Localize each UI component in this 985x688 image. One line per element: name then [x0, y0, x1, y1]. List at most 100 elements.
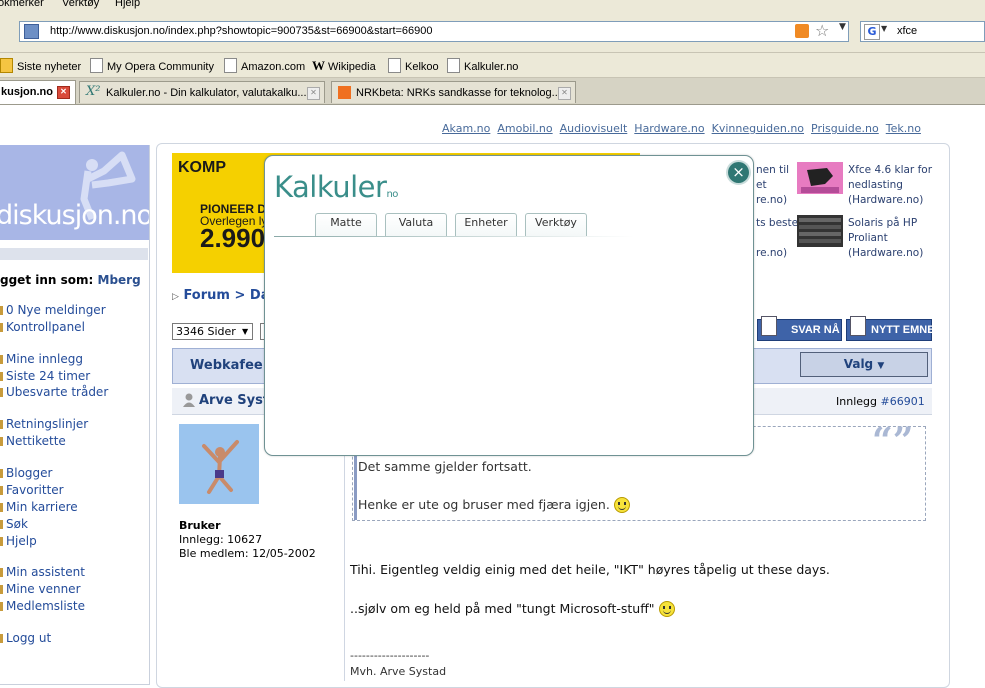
- tab-enheter[interactable]: Enheter: [455, 213, 517, 236]
- bookmark-kalkuler[interactable]: Kalkuler.no: [447, 58, 518, 73]
- user-role: Bruker: [179, 519, 221, 532]
- rss-icon[interactable]: [795, 24, 809, 38]
- bookmark-my-opera[interactable]: My Opera Community: [90, 58, 214, 73]
- logo-text: diskusjon.no: [0, 200, 149, 231]
- link-audiovisuelt[interactable]: Audiovisuelt: [560, 122, 628, 135]
- quote-line: Henke er ute og bruser med fjæra igjen.: [358, 497, 630, 513]
- user-post-count: Innlegg: 10627: [179, 533, 263, 546]
- sidebar-item-siste-24-timer[interactable]: Siste 24 timer: [0, 369, 90, 383]
- chevron-down-icon[interactable]: ▼: [839, 22, 846, 32]
- link-kvinneguiden[interactable]: Kvinneguiden.no: [712, 122, 804, 135]
- tab-verktoy[interactable]: Verktøy: [525, 213, 587, 236]
- site-logo[interactable]: diskusjon.no: [0, 145, 149, 240]
- new-topic-icon: [850, 316, 866, 336]
- sidebar-item-blogger[interactable]: Blogger: [0, 466, 52, 480]
- chevron-down-icon[interactable]: ▼: [881, 24, 887, 33]
- link-akam[interactable]: Akam.no: [442, 122, 490, 135]
- kalkuler-logo: Kalkulerno: [274, 170, 398, 204]
- address-bar[interactable]: http://www.diskusjon.no/index.php?showto…: [19, 21, 849, 42]
- search-input[interactable]: G ▼ xfce: [860, 21, 985, 42]
- sidebar-item-retningslinjer[interactable]: Retningslinjer: [0, 417, 88, 431]
- post-body-line: Tihi. Eigentleg veldig einig med det hei…: [350, 562, 830, 577]
- post-body-line: ..sjølv om eg held på med "tungt Microso…: [350, 601, 675, 617]
- sidebar-item-ubesvarte[interactable]: Ubesvarte tråder: [0, 385, 108, 399]
- reply-button[interactable]: SVAR NÅ: [757, 316, 842, 341]
- link-tek[interactable]: Tek.no: [886, 122, 921, 135]
- close-tab-icon[interactable]: ✕: [558, 87, 571, 100]
- quote-icon: “”: [872, 420, 914, 462]
- sidebar-item-min-assistent[interactable]: Min assistent: [0, 565, 85, 579]
- wikipedia-icon: W: [312, 58, 325, 73]
- post-author[interactable]: Arve Syst: [199, 393, 269, 408]
- pages-dropdown[interactable]: 3346 Sider ▼: [172, 323, 253, 340]
- user-join-date: Ble medlem: 12/05-2002: [179, 547, 316, 560]
- tab-diskusjon[interactable]: kusjon.no ✕: [0, 80, 76, 104]
- sidebar-item-nye-meldinger[interactable]: 0 Nye meldinger: [0, 303, 106, 317]
- search-text: xfce: [897, 25, 918, 37]
- triangle-icon: ▷: [172, 292, 179, 302]
- options-button[interactable]: Valg ▼: [800, 352, 928, 377]
- bookmark-kelkoo[interactable]: Kelkoo: [388, 58, 439, 73]
- banner-price: 2.990: [200, 223, 266, 253]
- sidebar-item-kontrollpanel[interactable]: Kontrollpanel: [0, 320, 85, 334]
- nrkbeta-favicon: [338, 86, 351, 99]
- sidebar-item-min-karriere[interactable]: Min karriere: [0, 500, 78, 514]
- sidebar-item-logg-ut[interactable]: Logg ut: [0, 631, 51, 645]
- user-info: Bruker Innlegg: 10627 Ble medlem: 12/05-…: [179, 519, 316, 561]
- breadcrumb-forum[interactable]: Forum: [183, 288, 230, 303]
- bookmark-star-icon[interactable]: ☆: [815, 21, 829, 40]
- page-icon: [388, 58, 401, 73]
- bookmark-amazon[interactable]: Amazon.com: [224, 58, 305, 73]
- tab-valuta[interactable]: Valuta: [385, 213, 447, 236]
- bookmark-siste-nyheter[interactable]: Siste nyheter: [0, 58, 81, 73]
- chevron-down-icon: ▼: [242, 327, 249, 336]
- google-icon[interactable]: G: [864, 24, 880, 40]
- solaris-thumbnail[interactable]: [797, 215, 843, 247]
- sidebar-item-medlemsliste[interactable]: Medlemsliste: [0, 599, 85, 613]
- breadcrumb: ▷ Forum > Da: [172, 288, 270, 303]
- tab-nrkbeta[interactable]: NRKbeta: NRKs sandkasse for teknolog... …: [331, 81, 576, 103]
- sidebar-item-hjelp[interactable]: Hjelp: [0, 534, 37, 548]
- breadcrumb-separator: >: [234, 288, 246, 303]
- news-item-solaris[interactable]: Solaris på HP Proliant (Hardware.no): [848, 216, 923, 261]
- menu-tools[interactable]: Verktøy: [62, 0, 99, 9]
- post-permalink[interactable]: #66901: [880, 395, 924, 408]
- link-amobil[interactable]: Amobil.no: [497, 122, 552, 135]
- quote-bar: [354, 452, 357, 520]
- bookmark-wikipedia[interactable]: W Wikipedia: [312, 58, 376, 74]
- news-item[interactable]: ts beste re.no): [756, 216, 798, 261]
- kalkuler-favicon: X²: [86, 84, 101, 99]
- close-tab-icon[interactable]: ✕: [57, 86, 70, 99]
- avatar[interactable]: [179, 424, 259, 504]
- signature-divider: --------------------: [350, 649, 430, 662]
- sidebar-item-mine-venner[interactable]: Mine venner: [0, 582, 81, 596]
- banner-brand: KOMP: [178, 159, 226, 176]
- user-icon: [183, 393, 195, 407]
- smiley-icon: [613, 497, 630, 513]
- modal-tab-divider: [274, 236, 634, 237]
- new-topic-button[interactable]: NYTT EMNE: [846, 316, 935, 341]
- signature: Mvh. Arve Systad: [350, 665, 447, 678]
- link-hardware[interactable]: Hardware.no: [634, 122, 704, 135]
- tab-matte[interactable]: Matte: [315, 213, 377, 236]
- site-favicon: [24, 24, 39, 39]
- menu-bookmarks[interactable]: okmerker: [0, 0, 44, 9]
- news-item[interactable]: nen til et re.no): [756, 163, 789, 208]
- sidebar-item-nettikette[interactable]: Nettikette: [0, 434, 66, 448]
- chevron-down-icon: ▼: [877, 361, 885, 371]
- page-icon: [90, 58, 103, 73]
- thread-title: Webkafee: [190, 358, 263, 373]
- username-link[interactable]: Mberg: [98, 273, 141, 287]
- sidebar-item-favoritter[interactable]: Favoritter: [0, 483, 64, 497]
- xfce-thumbnail[interactable]: [797, 162, 843, 194]
- close-icon[interactable]: ×: [728, 162, 749, 183]
- close-tab-icon[interactable]: ✕: [307, 87, 320, 100]
- tab-kalkuler[interactable]: X² Kalkuler.no - Din kalkulator, valutak…: [79, 81, 325, 103]
- link-prisguide[interactable]: Prisguide.no: [811, 122, 879, 135]
- news-item-xfce[interactable]: Xfce 4.6 klar for nedlasting (Hardware.no): [848, 163, 932, 208]
- sidebar-item-sok[interactable]: Søk: [0, 517, 28, 531]
- sidebar-item-mine-innlegg[interactable]: Mine innlegg: [0, 352, 83, 366]
- menu-help[interactable]: Hjelp: [115, 0, 140, 9]
- address-text: http://www.diskusjon.no/index.php?showto…: [50, 25, 433, 37]
- quote-line: Det samme gjelder fortsatt.: [358, 459, 532, 474]
